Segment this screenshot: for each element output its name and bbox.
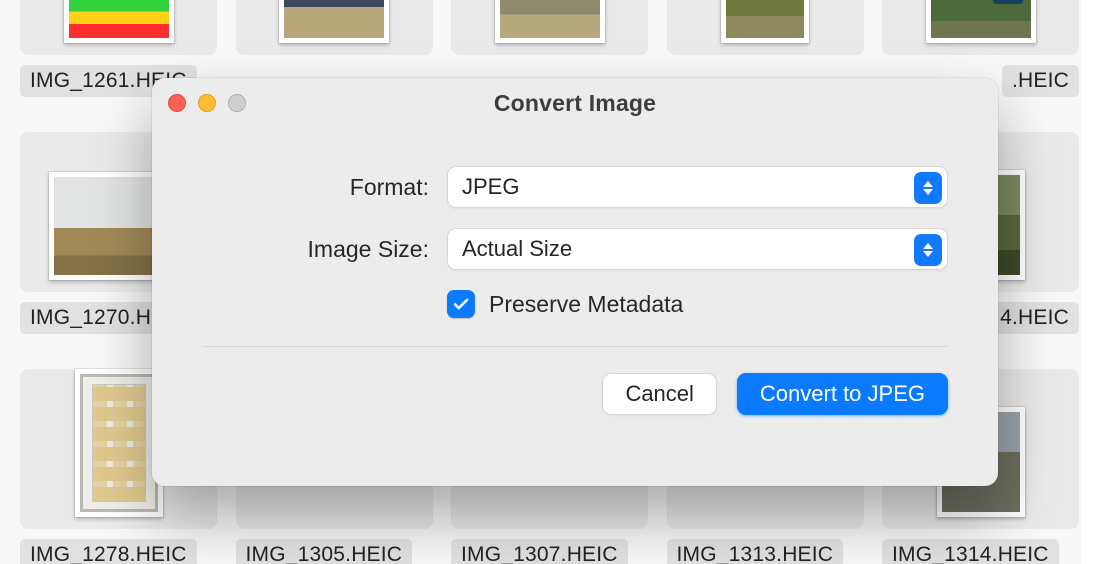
file-label[interactable]: IMG_1270.H bbox=[20, 302, 161, 334]
image-size-row: Image Size: Actual Size bbox=[202, 228, 948, 270]
dialog-titlebar: Convert Image bbox=[152, 78, 998, 128]
format-row: Format: JPEG bbox=[202, 166, 948, 208]
window-gutter bbox=[1081, 0, 1100, 564]
close-icon[interactable] bbox=[168, 94, 186, 112]
dialog-buttons: Cancel Convert to JPEG bbox=[152, 373, 998, 415]
select-stepper-icon[interactable] bbox=[914, 172, 942, 204]
checkmark-icon bbox=[452, 295, 470, 313]
thumbnail-frame bbox=[882, 0, 1079, 55]
file-label[interactable]: IMG_1305.HEIC bbox=[236, 539, 413, 564]
select-stepper-icon[interactable] bbox=[914, 234, 942, 266]
image-icon bbox=[931, 0, 1031, 38]
image-icon bbox=[80, 374, 158, 512]
format-value: JPEG bbox=[462, 174, 519, 200]
thumbnail-frame bbox=[236, 0, 433, 55]
image-size-select[interactable]: Actual Size bbox=[447, 228, 948, 270]
file-label[interactable]: IMG_1278.HEIC bbox=[20, 539, 197, 564]
image-icon bbox=[284, 0, 384, 38]
zoom-icon bbox=[228, 94, 246, 112]
file-label[interactable]: IMG_1307.HEIC bbox=[451, 539, 628, 564]
preserve-metadata-checkbox[interactable] bbox=[447, 290, 475, 318]
file-label[interactable]: 4.HEIC bbox=[990, 302, 1079, 334]
convert-image-dialog: Convert Image Format: JPEG Image Size: A… bbox=[152, 78, 998, 486]
cancel-button-label: Cancel bbox=[625, 381, 693, 407]
thumbnail-frame bbox=[667, 0, 864, 55]
preserve-metadata-label: Preserve Metadata bbox=[489, 291, 683, 318]
image-icon bbox=[69, 0, 169, 38]
cancel-button[interactable]: Cancel bbox=[602, 373, 716, 415]
format-select[interactable]: JPEG bbox=[447, 166, 948, 208]
dialog-title: Convert Image bbox=[152, 90, 998, 117]
thumbnail-frame bbox=[451, 0, 648, 55]
image-icon bbox=[500, 0, 600, 38]
image-size-label: Image Size: bbox=[202, 236, 447, 263]
convert-button[interactable]: Convert to JPEG bbox=[737, 373, 948, 415]
file-label[interactable]: IMG_1313.HEIC bbox=[667, 539, 844, 564]
file-label[interactable]: .HEIC bbox=[1002, 65, 1079, 97]
preserve-metadata-row: Preserve Metadata bbox=[447, 290, 948, 318]
divider bbox=[202, 346, 948, 347]
minimize-icon[interactable] bbox=[198, 94, 216, 112]
file-label[interactable]: IMG_1314.HEIC bbox=[882, 539, 1059, 564]
thumbnail-frame bbox=[20, 0, 217, 55]
image-icon bbox=[726, 0, 804, 38]
dialog-form: Format: JPEG Image Size: Actual Size Pre… bbox=[152, 128, 998, 318]
image-size-value: Actual Size bbox=[462, 236, 572, 262]
format-label: Format: bbox=[202, 174, 447, 201]
window-controls bbox=[168, 94, 246, 112]
convert-button-label: Convert to JPEG bbox=[760, 381, 925, 407]
